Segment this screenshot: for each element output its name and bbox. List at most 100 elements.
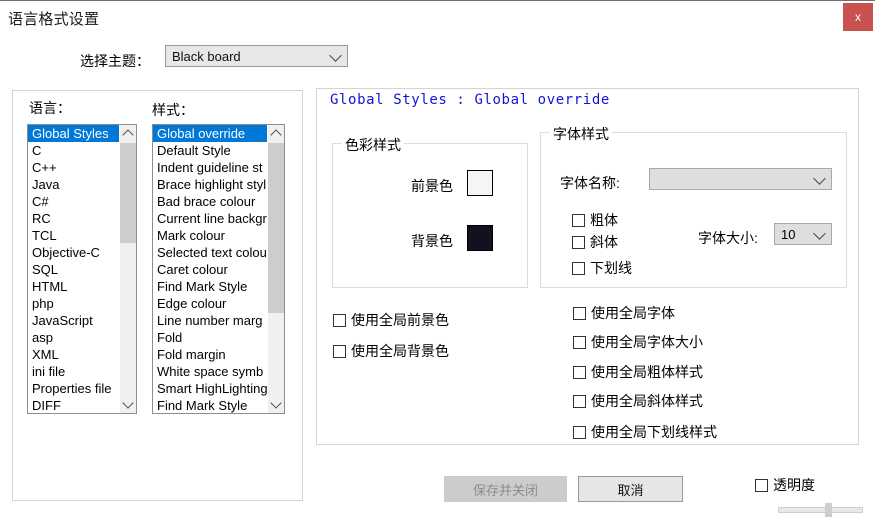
style-item[interactable]: Caret colour — [153, 261, 267, 278]
style-list-scrollbar[interactable] — [267, 125, 284, 413]
transparency-slider[interactable] — [778, 503, 863, 517]
cancel-label: 取消 — [617, 482, 644, 498]
bold-checkbox[interactable]: 粗体 — [572, 210, 618, 230]
save-and-close-label: 保存并关闭 — [472, 482, 538, 498]
font-size-label: 字体大小: — [698, 230, 758, 246]
font-size-value: 10 — [781, 227, 796, 242]
language-item[interactable]: TCL — [28, 227, 119, 244]
font-name-label: 字体名称: — [560, 175, 620, 191]
style-item[interactable]: Indent guideline st — [153, 159, 267, 176]
scroll-up-icon[interactable] — [268, 125, 284, 142]
style-item[interactable]: Fold margin — [153, 346, 267, 363]
style-item[interactable]: Brace highlight styl — [153, 176, 267, 193]
use-global-bold-checkbox[interactable]: 使用全局粗体样式 — [573, 362, 703, 382]
style-item[interactable]: Find Mark Style — [153, 397, 267, 413]
language-list-scrollbar[interactable] — [119, 125, 136, 413]
language-list-items: Global Styles C C++ Java C# RC TCL Objective-C S… — [28, 125, 119, 413]
underline-checkbox[interactable]: 下划线 — [572, 258, 632, 278]
cancel-button[interactable]: 取消 — [578, 476, 683, 502]
use-global-italic-checkbox[interactable]: 使用全局斜体样式 — [573, 391, 703, 411]
checkbox-box — [573, 394, 586, 408]
style-item[interactable]: White space symb — [153, 363, 267, 380]
font-size-select[interactable]: 10 — [774, 223, 832, 245]
scroll-down-icon[interactable] — [268, 396, 284, 413]
language-item[interactable]: Properties file — [28, 380, 119, 397]
transparency-label: 透明度 — [773, 477, 815, 493]
language-item[interactable]: DIFF — [28, 397, 119, 413]
checkbox-box — [572, 213, 585, 227]
font-name-select[interactable] — [649, 168, 832, 190]
close-icon: x — [855, 10, 861, 24]
theme-label: 选择主题： — [80, 53, 150, 69]
language-item[interactable]: XML — [28, 346, 119, 363]
checkbox-box — [333, 344, 346, 358]
foreground-color-swatch[interactable] — [467, 170, 493, 196]
use-global-background-checkbox[interactable]: 使用全局背景色 — [333, 341, 449, 361]
style-item[interactable]: Bad brace colour — [153, 193, 267, 210]
style-item[interactable]: Current line backgr — [153, 210, 267, 227]
use-global-bold-label: 使用全局粗体样式 — [591, 364, 703, 380]
scrollbar-thumb[interactable] — [120, 143, 136, 243]
color-style-group-title: 色彩样式 — [342, 135, 404, 155]
slider-track[interactable] — [778, 507, 863, 513]
scroll-down-icon[interactable] — [120, 396, 136, 413]
close-button[interactable]: x — [843, 3, 873, 31]
use-global-font-size-checkbox[interactable]: 使用全局字体大小 — [573, 332, 703, 352]
save-and-close-button[interactable]: 保存并关闭 — [444, 476, 567, 502]
theme-select-value: Black board — [172, 49, 241, 64]
checkbox-box — [572, 235, 585, 249]
style-item[interactable]: Line number marg — [153, 312, 267, 329]
language-item[interactable]: JavaScript — [28, 312, 119, 329]
page-title: 语言格式设置 — [8, 11, 100, 28]
style-item[interactable]: Fold — [153, 329, 267, 346]
style-item[interactable]: Global override — [153, 125, 267, 142]
use-global-foreground-checkbox[interactable]: 使用全局前景色 — [333, 310, 449, 330]
underline-checkbox-label: 下划线 — [590, 260, 632, 276]
use-global-font-size-label: 使用全局字体大小 — [591, 334, 703, 350]
language-item[interactable]: C++ — [28, 159, 119, 176]
checkbox-box — [572, 261, 585, 275]
language-item[interactable]: php — [28, 295, 119, 312]
background-color-swatch[interactable] — [467, 225, 493, 251]
transparency-checkbox[interactable]: 透明度 — [755, 475, 815, 495]
language-item[interactable]: SQL — [28, 261, 119, 278]
language-item[interactable]: asp — [28, 329, 119, 346]
use-global-foreground-label: 使用全局前景色 — [351, 312, 449, 328]
bold-checkbox-label: 粗体 — [590, 212, 618, 228]
language-list-label: 语言： — [29, 100, 71, 116]
checkbox-box — [573, 425, 586, 439]
style-item[interactable]: Find Mark Style — [153, 278, 267, 295]
color-style-group: 色彩样式 — [332, 135, 528, 288]
chevron-down-icon — [813, 227, 826, 240]
language-item[interactable]: HTML — [28, 278, 119, 295]
language-item[interactable]: ini file — [28, 363, 119, 380]
background-color-label: 背景色 — [411, 233, 453, 249]
language-item[interactable]: C# — [28, 193, 119, 210]
style-item[interactable]: Edge colour — [153, 295, 267, 312]
style-list-label: 样式： — [152, 102, 194, 118]
style-list-items: Global override Default Style Indent guide… — [153, 125, 267, 413]
use-global-underline-checkbox[interactable]: 使用全局下划线样式 — [573, 422, 717, 442]
use-global-underline-label: 使用全局下划线样式 — [591, 424, 717, 440]
language-item[interactable]: Objective-C — [28, 244, 119, 261]
style-item[interactable]: Default Style — [153, 142, 267, 159]
style-item[interactable]: Selected text colou — [153, 244, 267, 261]
italic-checkbox[interactable]: 斜体 — [572, 232, 618, 252]
language-item[interactable]: RC — [28, 210, 119, 227]
font-style-group-title: 字体样式 — [550, 124, 612, 144]
language-item[interactable]: Java — [28, 176, 119, 193]
language-item[interactable]: C — [28, 142, 119, 159]
italic-checkbox-label: 斜体 — [590, 234, 618, 250]
style-item[interactable]: Mark colour — [153, 227, 267, 244]
style-listbox[interactable]: Global override Default Style Indent guide… — [152, 124, 285, 414]
checkbox-box — [755, 478, 768, 492]
slider-thumb[interactable] — [824, 503, 832, 517]
use-global-font-checkbox[interactable]: 使用全局字体 — [573, 303, 675, 323]
theme-select[interactable]: Black board — [165, 45, 348, 67]
scroll-up-icon[interactable] — [120, 125, 136, 142]
language-listbox[interactable]: Global Styles C C++ Java C# RC TCL Objective-C S… — [27, 124, 137, 414]
scrollbar-thumb[interactable] — [268, 143, 284, 313]
checkbox-box — [573, 365, 586, 379]
language-item[interactable]: Global Styles — [28, 125, 119, 142]
style-item[interactable]: Smart HighLighting — [153, 380, 267, 397]
